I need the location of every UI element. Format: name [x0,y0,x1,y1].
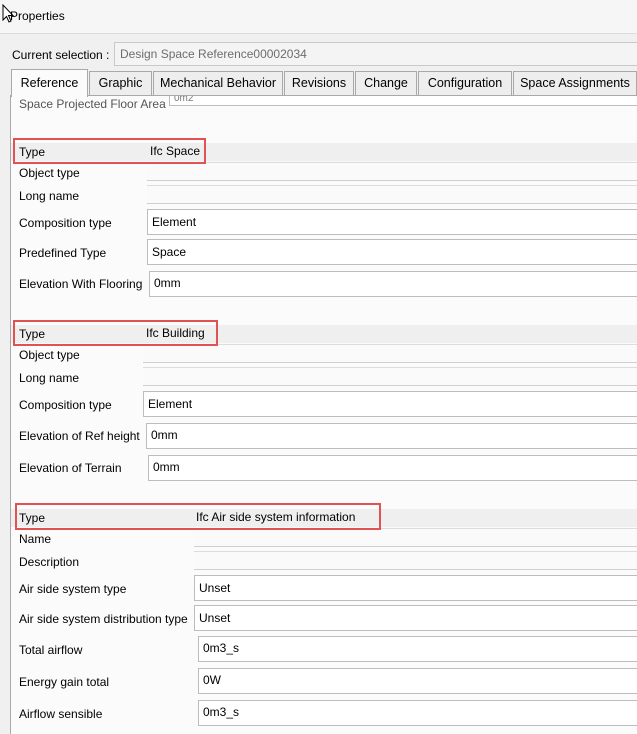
building-long-name-label: Long name [19,371,80,385]
space-object-type-label: Object type [19,166,80,180]
space-projected-floor-area-label: Space Projected Floor Area [19,97,166,111]
total-airflow-label: Total airflow [19,643,83,657]
tab-space-assignments[interactable]: Space Assignments [513,71,637,95]
tab-configuration[interactable]: Configuration [418,71,512,95]
building-object-type-field[interactable] [143,344,637,363]
airside-system-type-label: Air side system type [19,582,127,596]
space-long-name-label: Long name [19,189,80,203]
tab-revisions[interactable]: Revisions [284,71,354,95]
highlight-box [15,503,381,530]
total-airflow-field[interactable]: 0m3_s [198,636,637,662]
current-selection-label: Current selection : [12,48,110,62]
highlight-box [13,138,206,164]
airside-distribution-type-field[interactable]: Unset [194,605,637,631]
building-elevation-terrain-field[interactable]: 0mm [148,455,637,481]
airside-description-field[interactable] [194,551,637,570]
space-composition-type-field[interactable]: Element [147,209,637,235]
space-predefined-type-label: Predefined Type [19,246,107,260]
building-object-type-label: Object type [19,348,80,362]
airside-name-field[interactable] [194,528,637,547]
space-projected-floor-area-field[interactable]: 0m2 [169,96,637,106]
building-elevation-terrain-label: Elevation of Terrain [19,461,122,475]
energy-gain-total-field[interactable]: 0W [198,668,637,694]
space-object-type-field[interactable] [147,162,637,181]
space-composition-type-label: Composition type [19,216,112,230]
building-long-name-field[interactable] [143,367,637,386]
building-composition-type-label: Composition type [19,398,112,412]
airflow-sensible-label: Airflow sensible [19,707,103,721]
building-composition-type-field[interactable]: Element [143,391,637,417]
window-title: Properties [10,9,65,23]
airside-description-label: Description [19,555,80,569]
airflow-sensible-field[interactable]: 0m3_s [198,700,637,726]
airside-name-label: Name [19,532,52,546]
tab-graphic[interactable]: Graphic [89,71,152,95]
space-long-name-field[interactable] [147,185,637,204]
airside-system-type-field[interactable]: Unset [194,575,637,601]
energy-gain-total-label: Energy gain total [19,675,110,689]
tab-change[interactable]: Change [355,71,417,95]
space-elevation-flooring-field[interactable]: 0mm [149,271,637,297]
airside-distribution-type-label: Air side system distribution type [19,612,188,626]
building-elevation-ref-height-field[interactable]: 0mm [146,423,637,449]
title-bar [0,0,637,34]
tab-reference[interactable]: Reference [11,69,88,97]
tab-mechanical-behavior[interactable]: Mechanical Behavior [153,71,283,95]
current-selection-field: Design Space Reference00002034 [114,42,637,66]
highlight-box [13,320,218,346]
properties-panel: Space Projected Floor Area 0m2 Type Ifc … [10,95,637,734]
space-elevation-flooring-label: Elevation With Flooring [19,277,143,291]
space-predefined-type-field[interactable]: Space [147,239,637,265]
building-elevation-ref-height-label: Elevation of Ref height [19,429,140,443]
